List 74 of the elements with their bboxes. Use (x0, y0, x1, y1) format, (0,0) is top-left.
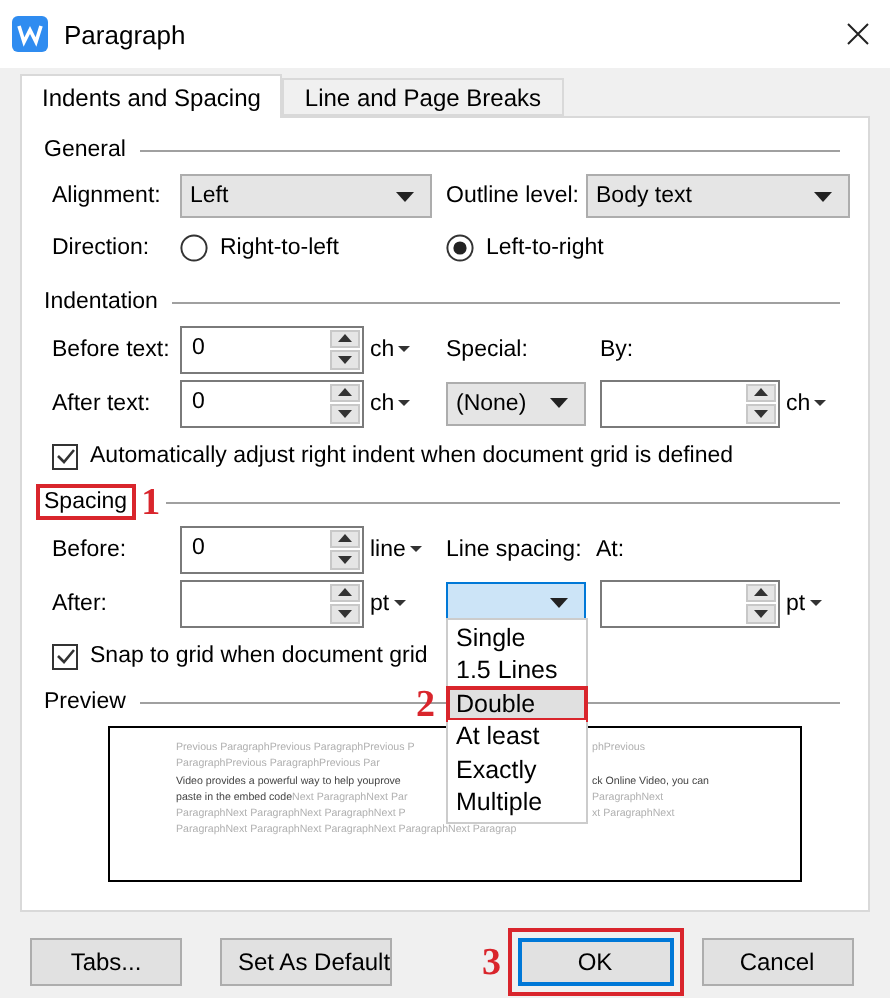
section-title: Preview (42, 688, 128, 718)
checkbox-label[interactable]: Snap to grid when document grid (90, 644, 428, 668)
dialog-button[interactable]: Cancel (701, 938, 853, 986)
dropdown-option[interactable]: Double (448, 687, 586, 720)
dropdown-arrow-icon (550, 398, 568, 408)
dropdown-arrow-icon (814, 191, 832, 201)
field-label: Line spacing: (446, 537, 584, 561)
unit-dropdown[interactable]: line (370, 537, 406, 561)
dropdown-arrow-icon (814, 400, 827, 406)
up-arrow-icon[interactable] (338, 388, 352, 397)
dropdown-arrow-icon (398, 346, 411, 352)
section-title: Indentation (42, 288, 160, 318)
spin-field[interactable]: 0 (180, 325, 364, 373)
unit-dropdown[interactable]: pt (370, 591, 390, 615)
highlighted-section-title: Spacing (36, 484, 136, 520)
up-arrow-icon[interactable] (338, 334, 352, 343)
field-label: After text: (52, 391, 153, 415)
radio-label[interactable]: Right-to-left (220, 236, 339, 260)
field-label: Special: (446, 337, 530, 361)
radio-label[interactable]: Left-to-right (486, 236, 604, 260)
field-label: Outline level: (446, 184, 581, 208)
dropdown-arrow-icon (396, 191, 414, 201)
down-arrow-icon[interactable] (338, 409, 352, 418)
field-label: Alignment: (52, 184, 163, 208)
down-arrow-icon[interactable] (338, 609, 352, 618)
field-label: Direction: (52, 236, 152, 260)
dropdown-option[interactable]: 1.5 Lines (448, 654, 586, 687)
checkbox[interactable] (52, 443, 78, 469)
step-number: 1 (141, 483, 161, 521)
step-number: 3 (482, 943, 501, 981)
field-label: Before text: (52, 337, 172, 361)
app-logo-icon (12, 16, 48, 52)
unit-dropdown[interactable]: ch (786, 391, 811, 415)
up-arrow-icon[interactable] (338, 534, 352, 543)
close-icon[interactable] (846, 22, 870, 46)
spin-field[interactable]: 0 (180, 525, 364, 573)
up-arrow-icon[interactable] (754, 588, 768, 597)
unit-dropdown[interactable]: pt (786, 591, 806, 615)
dialog-button[interactable]: OK (517, 938, 673, 986)
window-title: Paragraph (64, 19, 188, 49)
dropdown-arrow-icon (398, 400, 411, 406)
step-number: 2 (416, 685, 435, 723)
tab[interactable]: Indents and Spacing (20, 74, 283, 118)
dropdown-arrow-icon (409, 546, 422, 552)
dropdown-arrow-icon (393, 600, 406, 606)
dropdown-arrow-icon (809, 600, 822, 606)
down-arrow-icon[interactable] (754, 609, 768, 618)
field-label: At: (596, 537, 627, 561)
spin-field[interactable]: 0 (180, 379, 364, 427)
down-arrow-icon[interactable] (338, 555, 352, 564)
unit-dropdown[interactable]: ch (370, 391, 395, 415)
unit-dropdown[interactable]: ch (370, 337, 395, 361)
alignment-dropdown[interactable]: Left (180, 174, 432, 218)
up-arrow-icon[interactable] (338, 588, 352, 597)
outline-level-dropdown[interactable]: Body text (586, 174, 850, 218)
checkbox-label[interactable]: Automatically adjust right indent when document grid is defined (90, 444, 734, 468)
field-label: By: (600, 337, 636, 361)
spin-field[interactable] (180, 579, 364, 627)
checkbox[interactable] (52, 643, 78, 669)
spin-field[interactable] (600, 379, 780, 427)
field-label: After: (52, 591, 109, 615)
dialog-button[interactable]: Set As Default (220, 938, 392, 986)
special-dropdown[interactable]: (None) (446, 381, 586, 425)
field-label: Before: (52, 537, 129, 561)
radio-button[interactable] (180, 234, 208, 262)
spin-field[interactable] (600, 579, 780, 627)
dropdown-arrow-icon (550, 598, 568, 608)
tab[interactable]: Line and Page Breaks (282, 78, 564, 116)
down-arrow-icon[interactable] (338, 355, 352, 364)
section-title: General (42, 136, 128, 166)
up-arrow-icon[interactable] (754, 388, 768, 397)
down-arrow-icon[interactable] (754, 409, 768, 418)
dialog-button[interactable]: Tabs... (30, 938, 182, 986)
radio-button[interactable] (446, 234, 474, 262)
